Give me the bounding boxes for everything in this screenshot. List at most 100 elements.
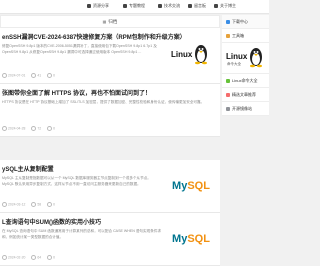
post-card[interactable]: L查询语句中SUM()函数的实用小技巧 在 MySQL 查询语句中 SUM 函数… (0, 213, 220, 266)
sidebar-item-label: 下载中心 (232, 18, 248, 24)
post-date: 2024-03-12 (2, 202, 25, 207)
eye-icon (31, 126, 37, 131)
star-icon (226, 92, 230, 97)
post-date: 2024-04-28 (2, 126, 25, 131)
sidebar-linux-banner[interactable]: Linux 命令大全 (222, 43, 269, 74)
post-excerpt: 在 MySQL 查询语句中 SUM 函数通常用于计算某列的总和，可以配合 CAS… (2, 229, 161, 239)
views-text: 72 (37, 126, 42, 131)
clock-icon (2, 73, 7, 78)
sidebar: 下载中心 工具箱 Linux 命令大全 Linux命令大全 精选文章推荐 开源镜… (222, 15, 269, 116)
sidebar-item-mirror[interactable]: 开源镜像站 (222, 102, 269, 116)
user-icon (214, 4, 218, 8)
sidebar-item-label: 开源镜像站 (232, 105, 252, 111)
post-card[interactable]: enSSH漏洞CVE-2024-6387快速修复方案（RPM包制作和升级方案） … (0, 28, 220, 84)
post-date: 2024-07-01 (2, 73, 25, 78)
comments-text: 0 (53, 255, 56, 260)
post-thumbnail[interactable]: MySQL (168, 225, 214, 253)
eye-icon (31, 255, 37, 260)
banner-label: 归档 (108, 18, 118, 24)
nav-item-tutorials[interactable]: 专题教程 (123, 3, 145, 9)
terminal-icon (226, 78, 230, 83)
toolbox-icon (226, 33, 230, 38)
clock-icon (2, 202, 7, 207)
sidebar-item-featured[interactable]: 精选文章推荐 (222, 88, 269, 102)
comments-text: 0 (53, 73, 56, 78)
post-excerpt: MySQL 主从复制是指数据可以从一个 MySQL 数据库服务器主节点复制到一个… (2, 176, 151, 186)
message-icon (188, 4, 192, 8)
post-meta: 2024-02-20 64 0 (2, 255, 55, 260)
nav-label: 技术交流 (164, 3, 180, 8)
views-text: 64 (37, 255, 42, 260)
sidebar-item-label: Linux命令大全 (232, 77, 258, 83)
post-excerpt: HTTPS 协议是在 HTTP 协议基础上增加了 SSL/TLS 加密层，提供了… (2, 100, 205, 104)
sidebar-item-label: 精选文章推荐 (232, 91, 256, 97)
mysql-logo-sql: SQL (187, 180, 210, 192)
comments-text: 0 (53, 202, 56, 207)
nav-item-discussion[interactable]: 技术交流 (158, 3, 180, 9)
views-text: 41 (37, 73, 42, 78)
post-comments[interactable]: 0 (47, 255, 55, 260)
linux-penguin-icon: Linux 命令大全 (226, 48, 262, 68)
date-text: 2024-03-12 (8, 202, 26, 207)
mysql-logo: MySQL (172, 233, 210, 245)
post-meta: 2024-04-28 72 0 (2, 126, 55, 131)
book-icon (123, 4, 127, 8)
nav-item-guestbook[interactable]: 留言板 (188, 3, 206, 9)
post-thumbnail[interactable]: Linux (168, 40, 214, 68)
post-views: 58 (31, 202, 41, 207)
grid-icon: ▦ (102, 19, 107, 24)
post-excerpt: 修复OpenSSH 9.8p1 版本的CVE-2006-5051漏洞补丁，直接使… (2, 44, 157, 54)
post-comments[interactable]: 0 (47, 126, 55, 131)
post-views: 64 (31, 255, 41, 260)
post-card[interactable]: ySQL主从复制配置 MySQL 主从复制是指数据可以从一个 MySQL 数据库… (0, 160, 220, 213)
post-date: 2024-02-20 (2, 255, 25, 260)
nav-item-about[interactable]: 关于博主 (214, 3, 236, 9)
share-icon (87, 4, 91, 8)
nav-label: 关于博主 (220, 3, 236, 8)
nav-label: 留言板 (194, 3, 206, 8)
comment-icon (47, 202, 53, 207)
linux-logo-image: Linux (171, 45, 207, 65)
sidebar-item-label: 工具箱 (232, 32, 244, 38)
eye-icon (31, 202, 37, 207)
top-navigation-bar: 资源分享 专题教程 技术交流 留言板 关于博主 (0, 0, 269, 14)
post-meta: 2024-07-01 41 0 (2, 73, 55, 78)
comments-text: 0 (53, 126, 56, 131)
mysql-logo-my: My (172, 180, 188, 192)
date-text: 2024-04-28 (8, 126, 26, 131)
mysql-logo-my: My (172, 233, 188, 245)
svg-text:Linux: Linux (171, 50, 193, 59)
sidebar-item-toolbox[interactable]: 工具箱 (222, 29, 269, 43)
post-views: 41 (31, 73, 41, 78)
post-thumbnail[interactable]: MySQL (168, 172, 214, 200)
date-text: 2024-02-20 (8, 255, 26, 260)
clock-icon (2, 255, 7, 260)
mysql-logo-sql: SQL (187, 233, 210, 245)
sidebar-item-download[interactable]: 下载中心 (222, 15, 269, 29)
post-title[interactable]: 张图带你全面了解 HTTPS 协议，再也不怕面试问到了！ (2, 88, 216, 97)
linux-logo-caption: 命令大全 (227, 61, 241, 66)
post-meta: 2024-03-12 58 0 (2, 202, 55, 207)
comment-icon (47, 126, 53, 131)
archive-banner[interactable]: ▦ 归档 (0, 15, 220, 28)
chat-icon (158, 4, 162, 8)
linux-logo-text: Linux (226, 52, 248, 61)
nav-label: 资源分享 (93, 3, 109, 8)
main-content: ▦ 归档 (0, 15, 220, 28)
views-text: 58 (37, 202, 42, 207)
download-icon (226, 19, 230, 24)
post-views: 72 (31, 126, 41, 131)
comment-icon (47, 73, 53, 78)
post-card[interactable]: 张图带你全面了解 HTTPS 协议，再也不怕面试问到了！ HTTPS 协议是在 … (0, 84, 220, 137)
clock-icon (2, 126, 7, 131)
sidebar-item-linux-commands[interactable]: Linux命令大全 (222, 74, 269, 88)
nav-item-resources[interactable]: 资源分享 (87, 3, 109, 9)
post-comments[interactable]: 0 (47, 73, 55, 78)
nav-label: 专题教程 (129, 3, 145, 8)
mysql-logo: MySQL (172, 180, 210, 192)
mirror-icon (226, 106, 230, 111)
comment-icon (47, 255, 53, 260)
eye-icon (31, 73, 37, 78)
date-text: 2024-07-01 (8, 73, 26, 78)
post-comments[interactable]: 0 (47, 202, 55, 207)
